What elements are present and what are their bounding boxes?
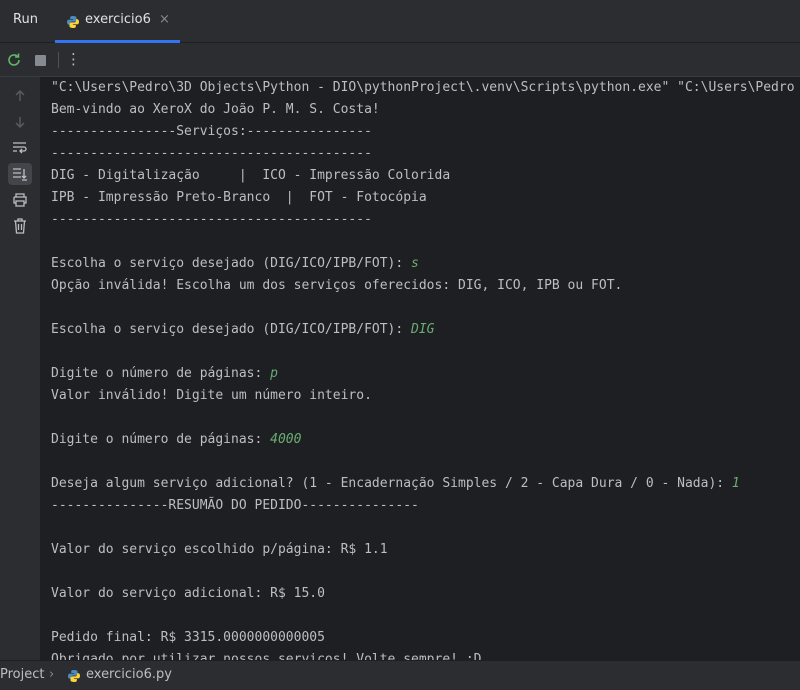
breadcrumb-file[interactable]: exercicio6.py: [86, 667, 172, 682]
console-text: "C:\Users\Pedro\3D Objects\Python - DIO\…: [51, 77, 795, 660]
console-line: ---------------RESUMÃO DO PEDIDO--------…: [51, 495, 795, 517]
console-line-text: Opção inválida! Escolha um dos serviços …: [51, 278, 623, 293]
python-file-icon: [67, 669, 81, 687]
soft-wrap-icon[interactable]: [8, 137, 32, 159]
tool-window-header: Run exercicio6 ×: [0, 0, 800, 43]
console-user-input: p: [270, 366, 278, 381]
console-user-input: 1: [731, 476, 740, 491]
console-line: Valor inválido! Digite um número inteiro…: [51, 385, 795, 407]
console-line-text: Deseja algum serviço adicional? (1 - Enc…: [51, 476, 732, 491]
tab-label: exercicio6: [85, 12, 151, 27]
console-line: Digite o número de páginas: 4000: [51, 429, 795, 451]
console-line: Pedido final: R$ 3315.0000000000005: [51, 627, 795, 649]
console-line: ----------------------------------------…: [51, 143, 795, 165]
console-line-text: Valor do serviço escolhido p/página: R$ …: [51, 542, 388, 557]
console-line: Digite o número de páginas: p: [51, 363, 795, 385]
console-line: Obrigado por utilizar nossos serviços! V…: [51, 649, 795, 660]
console-line: Valor do serviço adicional: R$ 15.0: [51, 583, 795, 605]
breadcrumb-project[interactable]: Project: [0, 667, 44, 682]
console-line: Escolha o serviço desejado (DIG/ICO/IPB/…: [51, 253, 795, 275]
console-line-text: Bem-vindo ao XeroX do João P. M. S. Cost…: [51, 102, 380, 117]
stop-icon[interactable]: [35, 55, 46, 66]
console-side-toolbar: [0, 77, 40, 660]
more-options-icon[interactable]: ⋮: [66, 50, 81, 68]
trash-icon[interactable]: [8, 215, 32, 237]
run-toolbar: ⋮: [0, 43, 800, 77]
tab-exercicio6[interactable]: exercicio6 ×: [55, 0, 180, 43]
console-line-text: Valor do serviço adicional: R$ 15.0: [51, 586, 325, 601]
run-tool-window-title[interactable]: Run: [13, 12, 38, 27]
console-output[interactable]: "C:\Users\Pedro\3D Objects\Python - DIO\…: [40, 77, 800, 660]
chevron-right-icon: ›: [49, 667, 55, 682]
print-icon[interactable]: [8, 189, 32, 211]
console-line: "C:\Users\Pedro\3D Objects\Python - DIO\…: [51, 77, 795, 99]
console-line-text: ----------------Serviços:---------------…: [51, 124, 372, 139]
console-line: Valor do serviço escolhido p/página: R$ …: [51, 539, 795, 561]
console-user-input: 4000: [270, 432, 302, 447]
console-line-text: Escolha o serviço desejado (DIG/ICO/IPB/…: [51, 256, 412, 271]
console-line: Opção inválida! Escolha um dos serviços …: [51, 275, 795, 297]
arrow-up-icon[interactable]: [8, 85, 32, 107]
console-line-text: IPB - Impressão Preto-Branco | FOT - Fot…: [51, 190, 427, 205]
arrow-down-icon[interactable]: [8, 111, 32, 133]
console-line-text: Digite o número de páginas:: [51, 432, 271, 447]
console-user-input: DIG: [411, 322, 435, 337]
status-bar-breadcrumb: Project › exercicio6.py: [0, 660, 800, 690]
console-line-text: "C:\Users\Pedro\3D Objects\Python - DIO\…: [51, 80, 795, 95]
console-line: ----------------Serviços:---------------…: [51, 121, 795, 143]
console-line: DIG - Digitalização | ICO - Impressão Co…: [51, 165, 795, 187]
rerun-icon[interactable]: [6, 52, 22, 72]
console-line-text: ----------------------------------------…: [51, 212, 372, 227]
python-file-icon: [66, 14, 80, 33]
console-line: ----------------------------------------…: [51, 209, 795, 231]
console-user-input: s: [411, 256, 419, 271]
console-line-text: ---------------RESUMÃO DO PEDIDO--------…: [51, 498, 419, 513]
console-line-text: DIG - Digitalização | ICO - Impressão Co…: [51, 168, 451, 183]
toolbar-separator: [58, 52, 59, 68]
console-line-text: Escolha o serviço desejado (DIG/ICO/IPB/…: [51, 322, 412, 337]
console-line: Deseja algum serviço adicional? (1 - Enc…: [51, 473, 795, 495]
console-line-text: Obrigado por utilizar nossos serviços! V…: [51, 652, 482, 660]
console-line: Escolha o serviço desejado (DIG/ICO/IPB/…: [51, 319, 795, 341]
close-tab-icon[interactable]: ×: [159, 12, 170, 27]
console-line: Bem-vindo ao XeroX do João P. M. S. Cost…: [51, 99, 795, 121]
console-line: IPB - Impressão Preto-Branco | FOT - Fot…: [51, 187, 795, 209]
scroll-to-end-icon[interactable]: [8, 163, 32, 185]
console-line-text: Digite o número de páginas:: [51, 366, 271, 381]
console-line-text: Pedido final: R$ 3315.0000000000005: [51, 630, 325, 645]
console-line-text: Valor inválido! Digite um número inteiro…: [51, 388, 372, 403]
console-line-text: ----------------------------------------…: [51, 146, 372, 161]
